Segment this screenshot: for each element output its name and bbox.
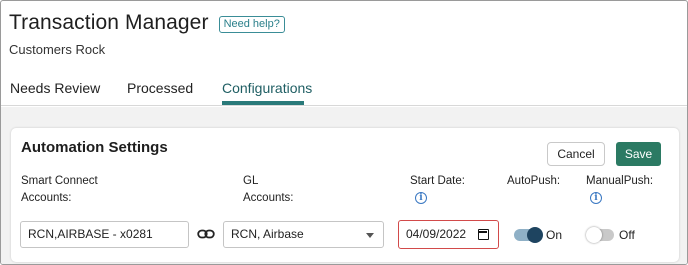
smart-connect-account-field[interactable]: RCN,AIRBASE - x0281: [20, 221, 189, 248]
manualpush-info-icon[interactable]: i: [590, 192, 602, 204]
autopush-toggle-knob: [527, 227, 543, 243]
start-date-value: 04/09/2022: [406, 227, 467, 241]
autopush-toggle[interactable]: [514, 227, 543, 243]
need-help-button[interactable]: Need help?: [218, 15, 285, 33]
smart-connect-account-value: RCN,AIRBASE - x0281: [28, 227, 153, 241]
company-name: Customers Rock: [9, 42, 106, 57]
save-button[interactable]: Save: [616, 142, 661, 166]
cancel-button[interactable]: Cancel: [547, 142, 605, 166]
card-title: Automation Settings: [21, 139, 168, 156]
manualpush-toggle[interactable]: [586, 227, 614, 243]
gl-account-value: RCN, Airbase: [231, 227, 304, 241]
manualpush-toggle-knob: [586, 227, 602, 243]
smart-connect-accounts-label: Smart Connect Accounts:: [21, 175, 98, 204]
app-window: Transaction Manager Need help? Customers…: [0, 0, 688, 265]
page-header: Transaction Manager Need help? Customers…: [9, 11, 285, 57]
start-date-info-icon[interactable]: i: [415, 192, 427, 204]
link-icon[interactable]: [197, 227, 215, 241]
gl-account-select[interactable]: RCN, Airbase: [223, 221, 384, 248]
gl-accounts-label: GL Accounts:: [243, 175, 294, 204]
autopush-label: AutoPush:: [507, 175, 561, 187]
autopush-state-label: On: [546, 228, 563, 242]
tab-bar: Needs Review Processed Configurations: [1, 73, 687, 106]
calendar-icon[interactable]: [478, 229, 489, 240]
start-date-label: Start Date:: [410, 175, 465, 187]
tab-configurations[interactable]: Configurations: [222, 80, 312, 96]
manualpush-label: ManualPush:: [586, 175, 654, 187]
tab-processed[interactable]: Processed: [127, 80, 193, 96]
chevron-down-icon: [366, 233, 374, 238]
active-tab-indicator: [222, 101, 304, 105]
manualpush-state-label: Off: [619, 228, 635, 242]
page-title: Transaction Manager: [9, 11, 209, 34]
tab-needs-review[interactable]: Needs Review: [10, 80, 100, 96]
start-date-input[interactable]: 04/09/2022: [398, 220, 499, 249]
